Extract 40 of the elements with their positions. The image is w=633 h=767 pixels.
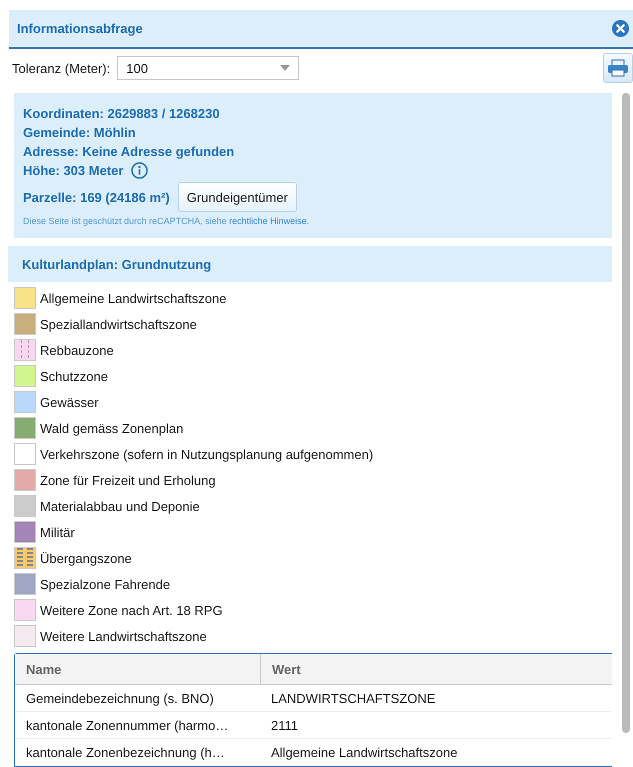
legend-label: Weitere Landwirtschaftszone (40, 628, 207, 644)
column-header[interactable]: Wert (260, 654, 612, 684)
owner-button[interactable]: Grundeigentümer (178, 182, 297, 212)
caret-icon (280, 65, 290, 71)
printer-icon (607, 59, 629, 77)
tolerance-dropdown[interactable]: 100 (117, 56, 300, 80)
legal-link[interactable]: rechtliche Hinweise (229, 216, 307, 226)
section-header: Kulturlandplan: Grundnutzung (8, 246, 612, 282)
legend-label: Speziallandwirtschaftszone (40, 316, 197, 332)
legend-label: Übergangszone (40, 550, 132, 566)
table-cell-text: Gemeindebezeichnung (s. BNO) (25, 690, 215, 708)
recaptcha-notice: Diese Seite ist geschützt durch reCAPTCHA, siehe rechtliche Hinweise. (23, 216, 310, 226)
window-title: Informationsabfrage (17, 21, 143, 36)
table-cell-text: kantonale Zonenbezeichnung (h… (25, 744, 226, 762)
legend-label: Wald gemäss Zonenplan (40, 420, 184, 436)
legend-label: Weitere Zone nach Art. 18 RPG (40, 602, 223, 618)
legend-label: Militär (40, 524, 75, 540)
legend-label: Allgemeine Landwirtschaftszone (40, 290, 226, 306)
table-cell-text: Allgemeine Landwirtschaftszone (270, 744, 458, 762)
tolerance-label: Toleranz (Meter): (12, 60, 110, 76)
legend-label: Gewässer (40, 394, 99, 410)
info-icon[interactable] (131, 162, 148, 179)
legend-label: Materialabbau und Deponie (40, 498, 200, 514)
scrollbar[interactable] (622, 93, 630, 733)
info-line: Koordinaten: 2629883 / 1268230 (23, 105, 220, 123)
print-button[interactable] (603, 53, 633, 83)
table-cell-text: kantonale Zonennummer (harmo… (25, 716, 230, 735)
legend-label: Verkehrszone (sofern in Nutzungsplanung aufgenommen) (40, 446, 374, 462)
legend-label: Spezialzone Fahrende (40, 576, 170, 592)
legend-label: Zone für Freizeit und Erholung (40, 472, 216, 488)
legend-label: Schutzzone (40, 368, 108, 384)
table-cell-text: 2111 (270, 716, 299, 734)
table-cell-text: LANDWIRTSCHAFTSZONE (270, 690, 436, 708)
close-icon[interactable] (612, 20, 629, 37)
column-header[interactable]: Name (15, 654, 260, 684)
legend-label: Rebbauzone (40, 342, 114, 358)
info-line: Gemeinde: Möhlin (23, 124, 136, 142)
info-line: Parzelle: 169 (24186 m²) (23, 188, 170, 206)
info-line: Höhe: 303 Meter (23, 162, 124, 180)
info-line: Adresse: Keine Adresse gefunden (23, 143, 234, 161)
